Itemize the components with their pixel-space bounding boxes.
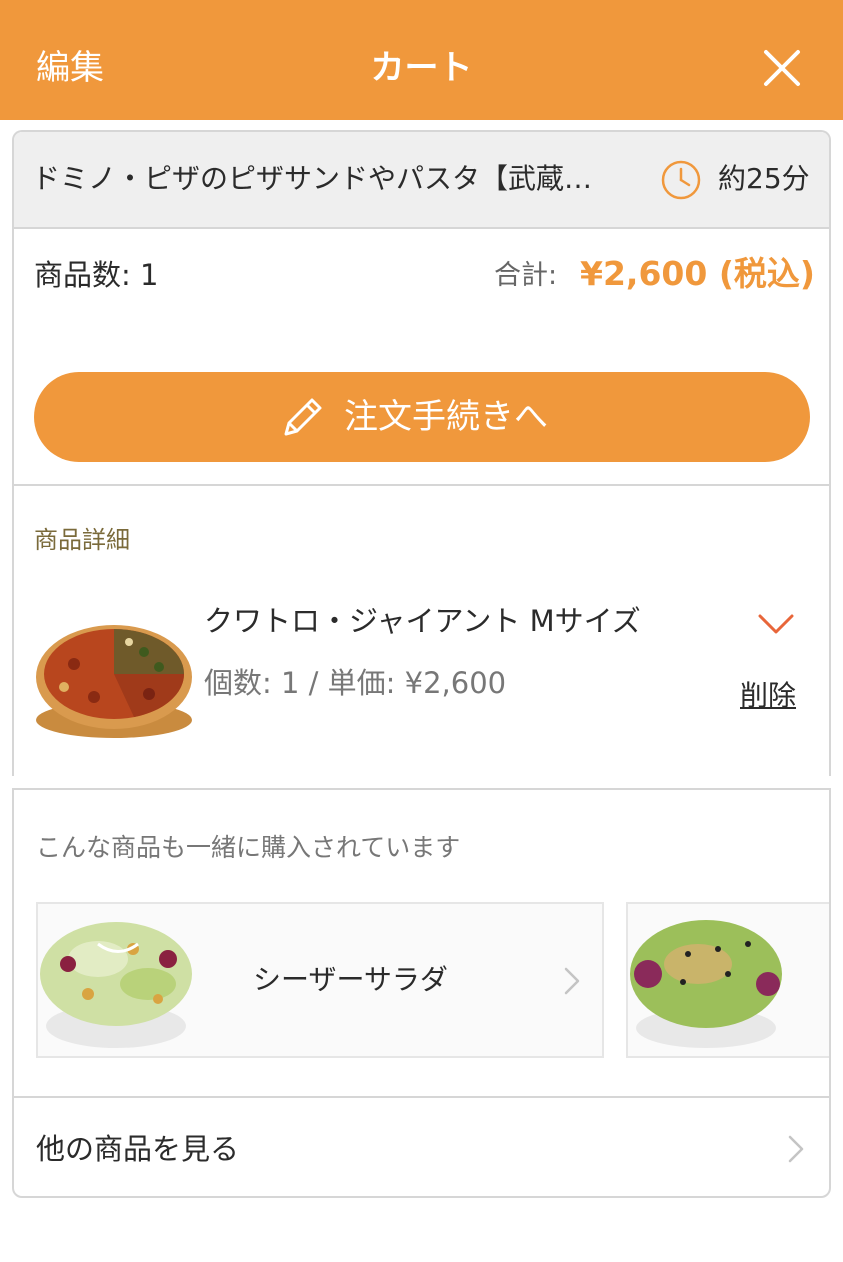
- caesar-salad-image: [40, 922, 192, 1048]
- salad-image: [630, 920, 782, 1048]
- recommendation-item[interactable]: シーザーサラダ: [36, 902, 604, 1058]
- pencil-icon: [284, 398, 322, 436]
- cart-card: ドミノ・ピザのピザサンドやパスタ【武蔵… 約25分 商品数: 1 合計: ¥2,…: [12, 130, 831, 776]
- clock-icon: [661, 160, 701, 200]
- chevron-right-icon: [564, 967, 580, 995]
- recommendations-heading: こんな商品も一緒に購入されています: [36, 833, 461, 862]
- item-count: 商品数: 1: [34, 258, 159, 292]
- checkout-label: 注文手続きへ: [344, 397, 548, 437]
- checkout-button[interactable]: 注文手続きへ: [34, 372, 810, 462]
- divider: [14, 484, 829, 486]
- details-heading: 商品詳細: [34, 526, 130, 554]
- shop-name: ドミノ・ピザのピザサンドやパスタ【武蔵…: [32, 162, 593, 195]
- see-more-link[interactable]: 他の商品を見る: [36, 1128, 239, 1170]
- chevron-down-icon[interactable]: [756, 610, 796, 638]
- shop-bar[interactable]: ドミノ・ピザのピザサンドやパスタ【武蔵… 約25分: [14, 132, 829, 229]
- page-title: カート: [370, 48, 473, 88]
- pizza-image: [36, 625, 192, 738]
- recommendation-name: シーザーサラダ: [253, 963, 448, 996]
- total-label: 合計:: [494, 260, 558, 291]
- close-icon: [764, 50, 800, 86]
- delete-button[interactable]: 削除: [740, 676, 796, 716]
- total-price: ¥2,600 (税込): [580, 254, 815, 293]
- item-quantity-price: 個数: 1 / 単価: ¥2,600: [204, 666, 507, 700]
- delivery-eta: 約25分: [718, 162, 810, 195]
- close-button[interactable]: [758, 44, 806, 92]
- recommendation-item[interactable]: [626, 902, 829, 1058]
- recommendations-card: こんな商品も一緒に購入されています シーザーサラダ 他の商品を見る: [12, 788, 831, 1198]
- item-name: クワトロ・ジャイアント Mサイズ: [204, 604, 641, 638]
- app-header: 編集 カート: [0, 0, 843, 120]
- divider: [14, 1096, 829, 1098]
- chevron-right-icon[interactable]: [786, 1134, 806, 1164]
